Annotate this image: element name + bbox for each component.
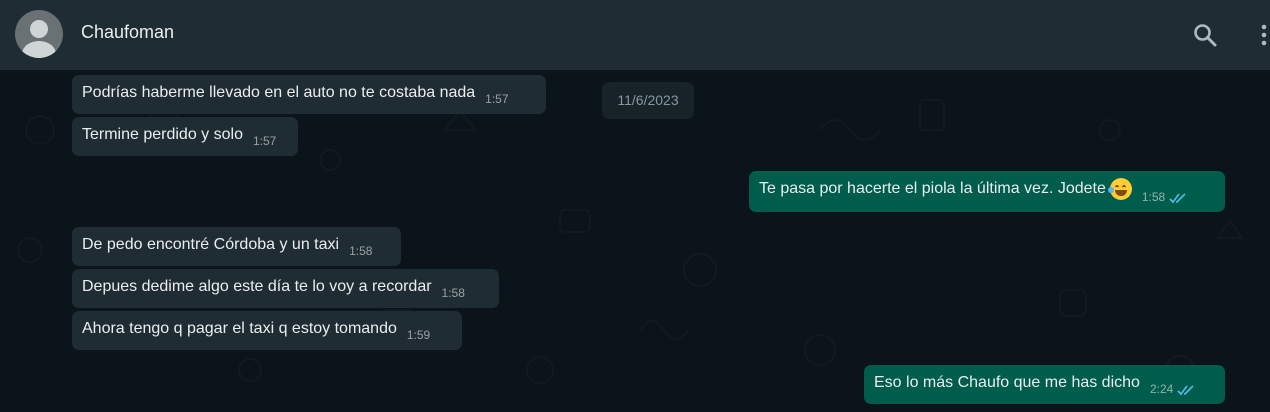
message-time: 1:57 [485,92,509,106]
message-text: Te pasa por hacerte el piola la última v… [759,180,1106,197]
message-list[interactable]: Podrías haberme llevado en el auto no te… [0,70,1270,412]
message-time: 1:58 [1141,190,1166,204]
message-bubble-incoming[interactable]: Termine perdido y solo 1:57 [72,117,298,156]
avatar-body-shape [22,41,56,58]
message-time: 1:57 [252,134,277,148]
message-bubble-incoming[interactable]: Podrías haberme llevado en el auto no te… [72,75,546,114]
message-bubble-incoming[interactable]: Depues dedime algo este día te lo voy a … [72,269,499,308]
message-text: Podrías haberme llevado en el auto no te… [82,84,476,101]
message-time: 1:59 [406,328,431,342]
read-double-check-icon [1169,193,1186,204]
rolling-on-floor-laughing-emoji-icon [1107,178,1132,200]
contact-avatar[interactable] [15,10,63,58]
avatar-head-shape [30,20,48,38]
message-text: Depues dedime algo este día te lo voy a … [82,278,432,295]
chat-header: Chaufoman [0,0,1270,70]
message-time: 1:58 [441,286,465,300]
message-bubble-outgoing[interactable]: Te pasa por hacerte el piola la última v… [749,171,1225,212]
date-chip: 11/6/2023 [602,82,694,119]
message-bubble-outgoing[interactable]: Eso lo más Chaufo que me has dicho 2:24 [864,365,1225,404]
read-double-check-icon [1177,385,1194,396]
more-vertical-icon[interactable] [1255,22,1267,48]
message-time: 2:24 [1149,382,1174,396]
message-text: De pedo encontré Córdoba y un taxi [82,236,340,253]
message-text: Eso lo más Chaufo que me has dicho [874,374,1140,391]
search-icon[interactable] [1192,22,1218,48]
message-bubble-incoming[interactable]: Ahora tengo q pagar el taxi q estoy toma… [72,311,462,350]
contact-name[interactable]: Chaufoman [81,22,174,43]
message-bubble-incoming[interactable]: De pedo encontré Córdoba y un taxi 1:58 [72,227,401,266]
message-time: 1:58 [349,244,373,258]
message-text: Ahora tengo q pagar el taxi q estoy toma… [82,320,397,337]
message-text: Termine perdido y solo [82,126,243,143]
